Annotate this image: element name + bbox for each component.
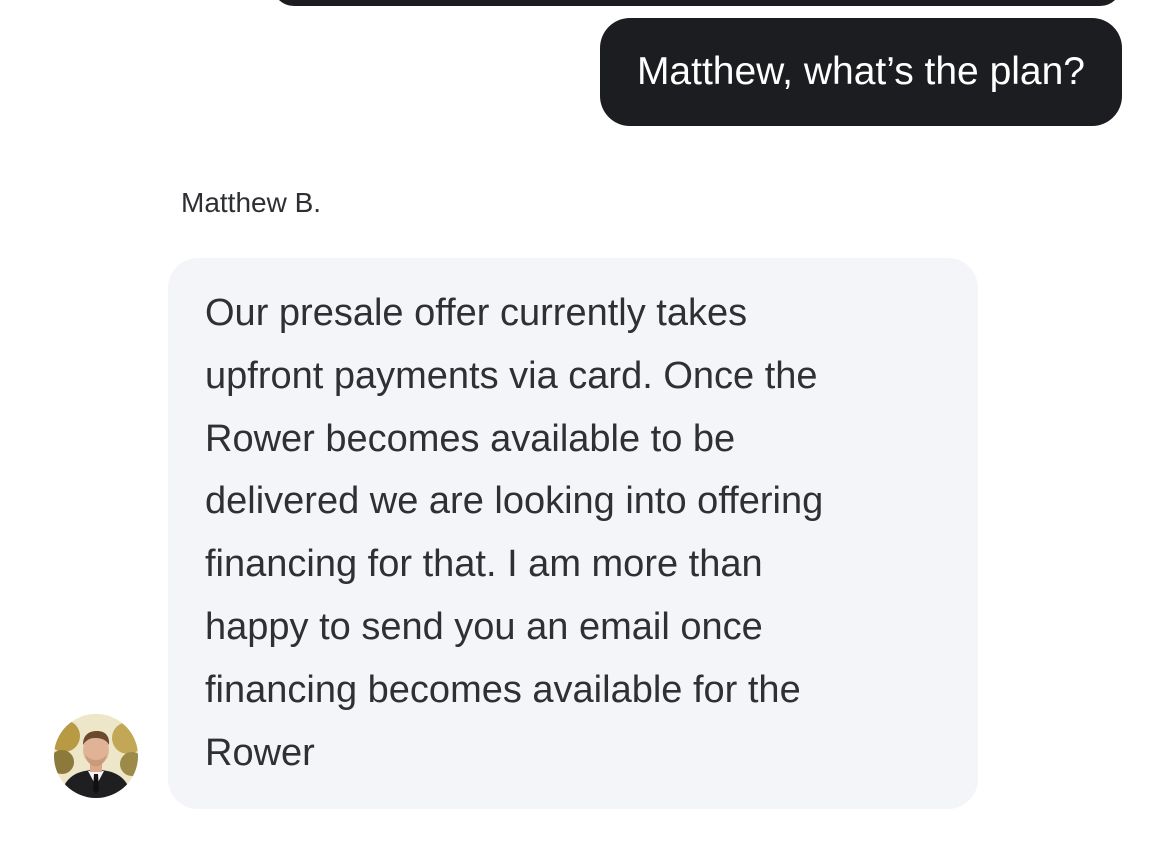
sender-name: Matthew B.: [181, 187, 322, 218]
incoming-message-bubble[interactable]: Our presale offer currently takes upfron…: [168, 258, 978, 809]
chat-thread: Matthew, what’s the plan? Matthew B. Our…: [0, 0, 1170, 859]
incoming-message-text: Our presale offer currently takes upfron…: [205, 292, 824, 774]
outgoing-message-text: Matthew, what’s the plan?: [636, 50, 1085, 93]
avatar[interactable]: [54, 714, 138, 798]
previous-message-bubble[interactable]: [272, 0, 1122, 6]
avatar-photo-icon: [54, 714, 138, 798]
outgoing-message-bubble[interactable]: Matthew, what’s the plan?: [599, 18, 1122, 126]
